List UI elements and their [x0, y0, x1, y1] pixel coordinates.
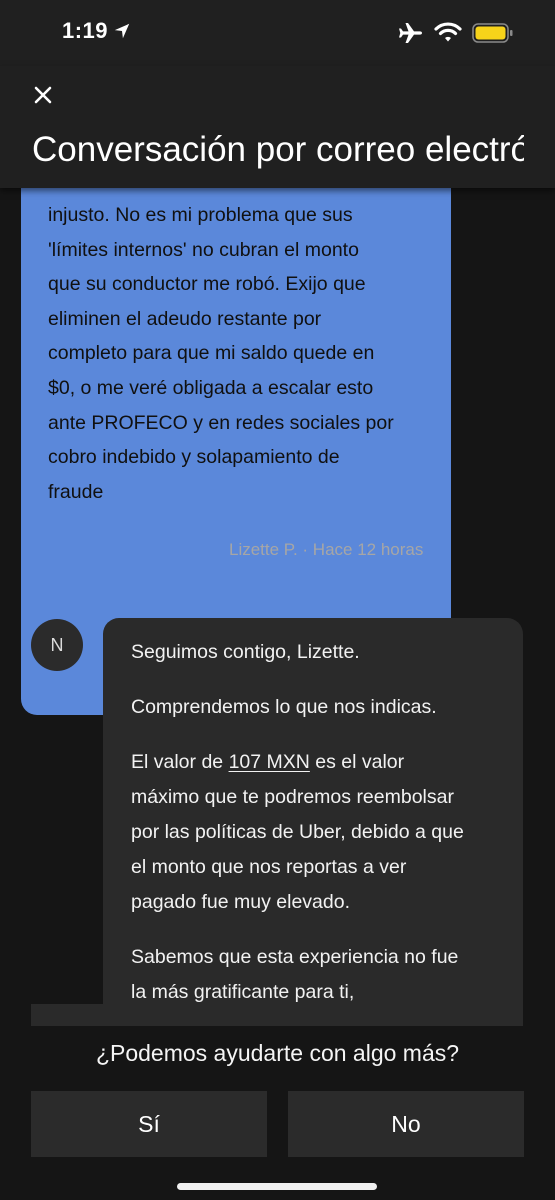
agent-message-bubble: Seguimos contigo, Lizette. Comprendemos …	[103, 618, 523, 1026]
agent-paragraph: El valor de 107 MXN es el valor máximo q…	[131, 745, 503, 920]
agent-message-line: Seguimos contigo, Lizette.	[131, 641, 360, 663]
message-divider	[31, 1004, 523, 1026]
text-suffix: es el valor	[309, 751, 405, 773]
wifi-icon	[434, 22, 462, 42]
yes-button[interactable]: Sí	[31, 1091, 267, 1157]
agent-message-line: máximo que te podremos reembolsar	[131, 786, 454, 808]
location-arrow-icon	[114, 23, 130, 39]
user-message-line: 'límites internos' no cubran el monto	[48, 238, 359, 261]
agent-message-line: el monto que nos reportas a ver	[131, 856, 407, 878]
agent-message-line: por las políticas de Uber, debido a que	[131, 821, 464, 843]
agent-message-line: Comprendemos lo que nos indicas.	[131, 696, 437, 718]
agent-paragraph: Comprendemos lo que nos indicas.	[131, 690, 503, 725]
avatar: N	[31, 619, 83, 671]
user-message-line: que su conductor me robó. Exijo que	[48, 273, 366, 296]
header: Conversación por correo electrónico	[0, 66, 555, 188]
agent-paragraph: Seguimos contigo, Lizette.	[131, 635, 503, 670]
user-message-line: ante PROFECO y en redes sociales por	[48, 411, 394, 434]
close-icon[interactable]	[28, 80, 58, 110]
amount-link[interactable]: 107 MXN	[229, 751, 310, 773]
help-question: ¿Podemos ayudarte con algo más?	[95, 1040, 460, 1066]
page-title: Conversación por correo electrónico	[32, 130, 524, 169]
message-thread[interactable]: injusto. No es mi problema que sus 'lími…	[0, 188, 555, 1026]
status-time: 1:19	[62, 18, 109, 43]
agent-paragraph: Sabemos que esta experiencia no fue la m…	[131, 940, 503, 1010]
email-conversation-screen: 1:19 Conversación por correo electrónico…	[0, 0, 555, 1200]
airplane-icon	[399, 23, 422, 43]
user-message-line: fraude	[48, 480, 104, 503]
user-message-line: cobro indebido y solapamiento de	[48, 446, 340, 469]
status-bar: 1:19	[0, 0, 555, 66]
battery-icon	[472, 23, 513, 43]
agent-message-line: Sabemos que esta experiencia no fue	[131, 946, 459, 968]
help-footer: ¿Podemos ayudarte con algo más? Sí No	[0, 1026, 555, 1200]
text-prefix: El valor de	[131, 751, 229, 773]
agent-message-line: El valor de 107 MXN es el valor	[131, 745, 503, 780]
agent-message-line: pagado fue muy elevado.	[131, 891, 350, 913]
user-message-line: injusto. No es mi problema que sus	[48, 204, 353, 226]
user-message-line: completo para que mi saldo quede en	[48, 342, 375, 365]
no-button[interactable]: No	[288, 1091, 524, 1157]
user-message-line: eliminen el adeudo restante por	[48, 307, 322, 330]
home-indicator[interactable]	[177, 1183, 377, 1190]
user-message-line: $0, o me veré obligada a escalar esto	[48, 376, 374, 399]
message-meta: Lizette P. · Hace 12 horas	[229, 540, 424, 559]
